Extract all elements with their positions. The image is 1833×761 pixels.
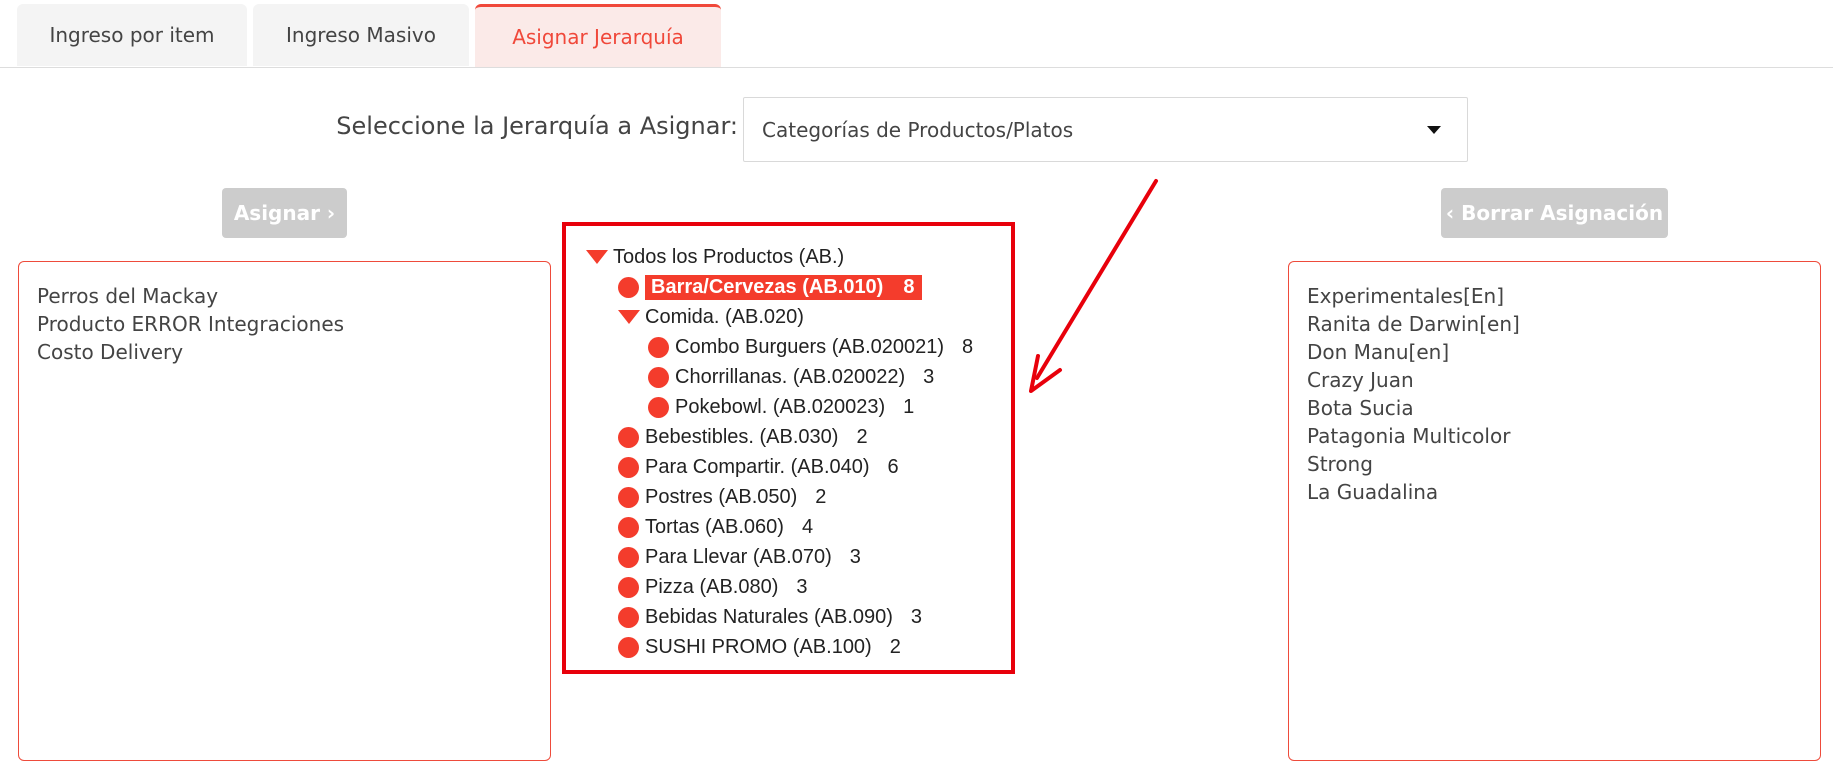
- list-item[interactable]: Don Manu[en]: [1307, 338, 1802, 366]
- tree-node-label: Bebidas Naturales (AB.090): [645, 605, 893, 628]
- tree-node-label: Tortas (AB.060): [645, 515, 784, 538]
- tree-node-count: 6: [887, 455, 899, 478]
- assigned-products-list[interactable]: Experimentales[En] Ranita de Darwin[en] …: [1288, 261, 1821, 761]
- list-item[interactable]: Patagonia Multicolor: [1307, 422, 1802, 450]
- hierarchy-tree: Todos los Productos (AB.) Barra/Cervezas…: [562, 222, 1015, 674]
- node-dot-icon: [618, 606, 639, 628]
- tree-node-count: 2: [889, 635, 901, 658]
- node-dot-icon: [618, 636, 639, 658]
- tree-node-count: 3: [910, 605, 923, 628]
- node-dot-icon: [618, 276, 639, 298]
- list-item[interactable]: Bota Sucia: [1307, 394, 1802, 422]
- tree-node-label: Postres (AB.050): [645, 485, 798, 508]
- tree-node[interactable]: Combo Burguers (AB.020021) 8: [648, 332, 973, 362]
- tree-node[interactable]: Postres (AB.050) 2: [618, 482, 826, 512]
- hierarchy-select[interactable]: Categorías de Productos/Platos: [743, 97, 1468, 162]
- list-item[interactable]: Experimentales[En]: [1307, 282, 1802, 310]
- tree-node-count: 2: [815, 485, 827, 508]
- list-item[interactable]: Strong: [1307, 450, 1802, 478]
- node-dot-icon: [618, 516, 639, 538]
- hierarchy-select-label: Seleccione la Jerarquía a Asignar:: [336, 112, 738, 140]
- tree-node-label: Comida. (AB.020): [645, 305, 804, 328]
- tab-bar: Ingreso por item Ingreso Masivo Asignar …: [0, 0, 1833, 68]
- tree-node-label: Combo Burguers (AB.020021): [675, 335, 945, 358]
- tree-node[interactable]: Pokebowl. (AB.020023) 1: [648, 392, 914, 422]
- assign-button[interactable]: Asignar ›: [222, 188, 347, 238]
- tree-node-label: Para Llevar (AB.070): [645, 545, 832, 568]
- caret-down-icon: [1427, 126, 1441, 134]
- tree-node-count: 4: [801, 515, 814, 538]
- tree-node-label: Bebestibles. (AB.030): [645, 425, 839, 448]
- node-dot-icon: [618, 426, 639, 448]
- list-item[interactable]: Costo Delivery: [37, 338, 532, 366]
- tree-node-count: 3: [923, 365, 935, 388]
- tree-node-label: Pizza (AB.080): [645, 575, 779, 598]
- node-dot-icon: [618, 456, 639, 478]
- list-item[interactable]: Crazy Juan: [1307, 366, 1802, 394]
- hierarchy-select-value: Categorías de Productos/Platos: [762, 117, 1074, 142]
- tree-node-count: 8: [903, 275, 915, 298]
- expanded-triangle-icon[interactable]: [586, 250, 608, 264]
- tree-node[interactable]: Bebidas Naturales (AB.090) 3: [618, 602, 922, 632]
- tree-node[interactable]: Chorrillanas. (AB.020022) 3: [648, 362, 934, 392]
- tree-node-comida[interactable]: Comida. (AB.020): [618, 302, 804, 332]
- node-dot-icon: [618, 546, 639, 568]
- tree-node[interactable]: Para Compartir. (AB.040) 6: [618, 452, 899, 482]
- node-dot-icon: [648, 366, 669, 388]
- node-dot-icon: [648, 336, 669, 358]
- tree-node-count: 1: [903, 395, 915, 418]
- expanded-triangle-icon[interactable]: [618, 310, 640, 324]
- tree-node-label: Chorrillanas. (AB.020022): [675, 365, 906, 388]
- tree-node[interactable]: SUSHI PROMO (AB.100) 2: [618, 632, 901, 662]
- tree-node-label: Barra/Cervezas (AB.010): [651, 275, 884, 298]
- list-item[interactable]: La Guadalina: [1307, 478, 1802, 506]
- unassigned-products-list[interactable]: Perros del Mackay Producto ERROR Integra…: [18, 261, 551, 761]
- node-dot-icon: [618, 486, 639, 508]
- tab-asignar-jerarquia[interactable]: Asignar Jerarquía: [475, 4, 721, 67]
- tree-node-root[interactable]: Todos los Productos (AB.): [586, 242, 844, 272]
- tree-node[interactable]: Pizza (AB.080) 3: [618, 572, 808, 602]
- tree-node-selected[interactable]: Barra/Cervezas (AB.010) 8: [618, 272, 923, 302]
- tree-node-count: 3: [796, 575, 808, 598]
- clear-assignment-button[interactable]: ‹ Borrar Asignación: [1441, 188, 1668, 238]
- tab-ingreso-masivo[interactable]: Ingreso Masivo: [253, 4, 469, 66]
- list-item[interactable]: Producto ERROR Integraciones: [37, 310, 532, 338]
- tree-node[interactable]: Para Llevar (AB.070) 3: [618, 542, 861, 572]
- tab-ingreso-por-item[interactable]: Ingreso por item: [17, 4, 247, 66]
- tree-node-count: 2: [856, 425, 868, 448]
- tree-node[interactable]: Bebestibles. (AB.030) 2: [618, 422, 868, 452]
- node-dot-icon: [618, 576, 639, 598]
- list-item[interactable]: Ranita de Darwin[en]: [1307, 310, 1802, 338]
- list-item[interactable]: Perros del Mackay: [37, 282, 532, 310]
- tree-node-count: 8: [962, 335, 974, 358]
- tree-node[interactable]: Tortas (AB.060) 4: [618, 512, 813, 542]
- node-dot-icon: [648, 396, 669, 418]
- tree-node-label: Pokebowl. (AB.020023): [675, 395, 886, 418]
- selected-node-highlight[interactable]: Barra/Cervezas (AB.010) 8: [645, 274, 923, 300]
- tree-node-label: SUSHI PROMO (AB.100): [645, 635, 872, 658]
- tree-node-count: 3: [849, 545, 861, 568]
- tree-node-label: Para Compartir. (AB.040): [645, 455, 870, 478]
- tree-node-label: Todos los Productos (AB.): [613, 245, 845, 268]
